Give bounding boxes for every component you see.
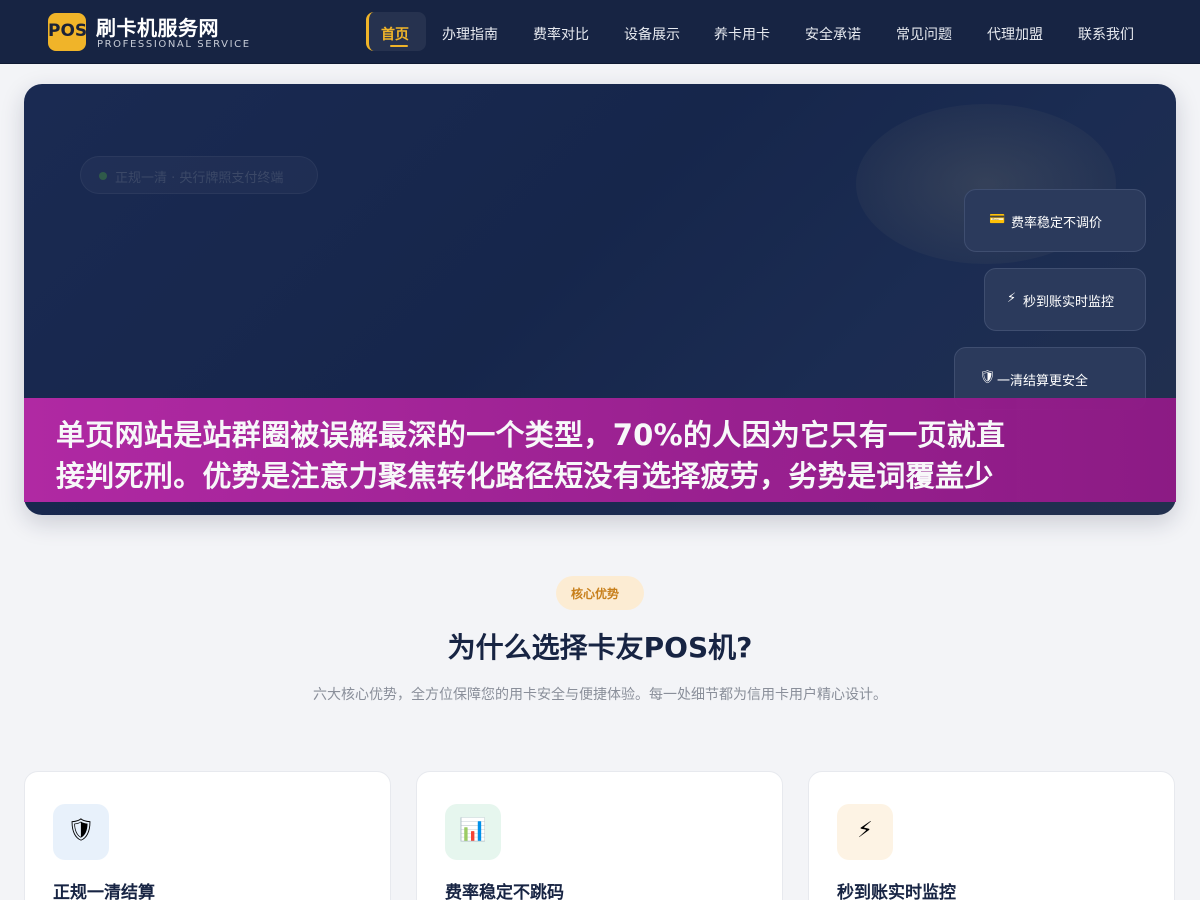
bar-chart-icon: 📊 (445, 804, 501, 860)
overlay-caption-banner: 单页网站是站群圈被误解最深的一个类型，70%的人因为它只有一页就直 接判死刑。优… (24, 398, 1176, 502)
status-dot-icon (99, 172, 107, 180)
hero-feature-card: ⚡ 秒到账实时监控 (984, 268, 1146, 331)
nav-item-contact[interactable]: 联系我们 (1078, 24, 1134, 44)
logo-icon[interactable]: POS (48, 13, 86, 51)
feature-card[interactable]: ⚡ 秒到账实时监控 (808, 771, 1175, 900)
active-underline (390, 45, 408, 47)
banner-line-1: 单页网站是站群圈被误解最深的一个类型，70%的人因为它只有一页就直 (56, 418, 1006, 452)
credit-card-icon: 💳 (989, 212, 1006, 227)
feature-card[interactable]: 📊 费率稳定不跳码 (416, 771, 783, 900)
nav-item-faq[interactable]: 常见问题 (896, 24, 952, 44)
hero-feature-card: 💳 费率稳定不调价 (964, 189, 1146, 252)
nav-item-agent[interactable]: 代理加盟 (987, 24, 1043, 44)
section-tag: 核心优势 (556, 576, 644, 610)
shield-icon: 🛡 (979, 370, 996, 385)
hero-badge: 正规一清 · 央行牌照支付终端 (80, 156, 318, 194)
nav-item-label: 首页 (381, 27, 409, 43)
brand-subtitle: PROFESSIONAL SERVICE (97, 39, 251, 50)
section-title: 为什么选择卡友POS机? (447, 631, 753, 664)
logo-text: POS (48, 21, 86, 41)
nav-item-home[interactable]: 首页 (366, 12, 426, 51)
hero-feature-label: 费率稳定不调价 (1011, 216, 1103, 231)
brand-title[interactable]: 刷卡机服务网 (96, 12, 219, 41)
feature-card-title: 正规一清结算 (53, 883, 155, 900)
feature-card[interactable]: 🛡 正规一清结算 (24, 771, 391, 900)
card-icon-glyph: 🛡 (67, 818, 95, 843)
section-description: 六大核心优势，全方位保障您的用卡安全与便捷体验。每一处细节都为信用卡用户精心设计… (313, 687, 887, 703)
nav-item-devices[interactable]: 设备展示 (624, 24, 680, 44)
banner-line-2: 接判死刑。优势是注意力聚焦转化路径短没有选择疲劳，劣势是词覆盖少 (56, 459, 994, 493)
nav-item-security[interactable]: 安全承诺 (805, 24, 861, 44)
hero-feature-label: 秒到账实时监控 (1023, 295, 1115, 310)
card-icon-glyph: ⚡ (857, 818, 873, 843)
nav-item-guide[interactable]: 办理指南 (442, 24, 498, 44)
feature-card-title: 费率稳定不跳码 (445, 883, 564, 900)
hero-feature-label: 一清结算更安全 (997, 374, 1089, 389)
lightning-icon: ⚡ (837, 804, 893, 860)
top-navbar: POS 刷卡机服务网 PROFESSIONAL SERVICE 首页 办理指南 … (0, 0, 1200, 64)
nav-item-card-care[interactable]: 养卡用卡 (714, 24, 770, 44)
lightning-icon: ⚡ (1007, 291, 1017, 306)
shield-icon: 🛡 (53, 804, 109, 860)
card-icon-glyph: 📊 (459, 818, 487, 843)
nav-item-rates[interactable]: 费率对比 (533, 24, 589, 44)
section-tag-text: 核心优势 (571, 587, 620, 601)
feature-card-title: 秒到账实时监控 (837, 883, 956, 900)
hero-badge-text: 正规一清 · 央行牌照支付终端 (115, 171, 284, 186)
